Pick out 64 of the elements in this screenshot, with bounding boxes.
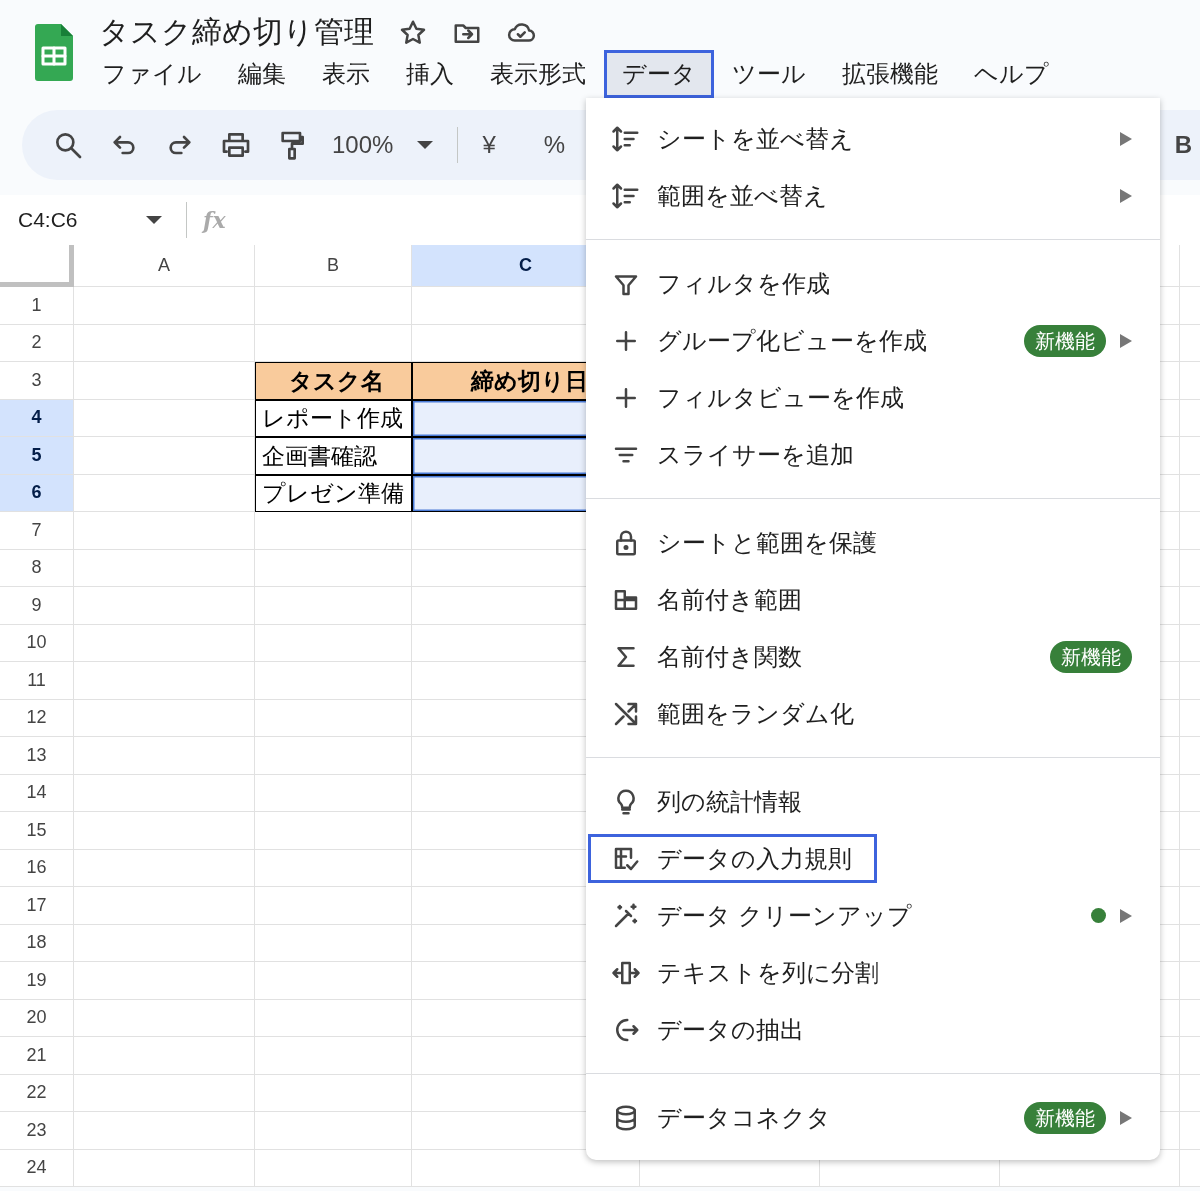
menu-item[interactable]: 名前付き範囲: [586, 571, 1160, 628]
row-header: 15: [0, 812, 74, 850]
new-badge: 新機能: [1024, 1101, 1106, 1134]
row-header: 6: [0, 474, 74, 512]
menu-item[interactable]: データ クリーンアップ: [586, 887, 1160, 944]
row-header: 1: [0, 287, 74, 325]
row-header: 13: [0, 737, 74, 775]
zoom-dropdown[interactable]: 100%: [332, 127, 394, 163]
formula-label: fx: [203, 205, 226, 235]
menu-bar-item[interactable]: ヘルプ: [956, 50, 1067, 98]
menu-item[interactable]: 範囲をランダム化: [586, 685, 1160, 742]
row-header: 16: [0, 849, 74, 887]
row-header: 20: [0, 999, 74, 1037]
row-header: 2: [0, 324, 74, 362]
sheets-logo-icon[interactable]: [33, 22, 75, 82]
menu-item[interactable]: スライサーを追加: [586, 426, 1160, 483]
row-header: 12: [0, 699, 74, 737]
menu-item[interactable]: 列の統計情報: [586, 773, 1160, 830]
row-header: 14: [0, 774, 74, 812]
row-header: 7: [0, 512, 74, 550]
row-header: 3: [0, 362, 74, 400]
percent-button[interactable]: %: [543, 127, 566, 163]
table-cell: レポート作成: [255, 399, 412, 437]
sort-icon: [611, 123, 641, 154]
menu-item[interactable]: シートと範囲を保護: [586, 514, 1160, 571]
row-header: 8: [0, 549, 74, 587]
menu-item[interactable]: データの抽出: [586, 1001, 1160, 1058]
table-header-cell: タスク名: [255, 362, 412, 400]
menu-bar-item[interactable]: データ: [604, 50, 714, 98]
new-badge: 新機能: [1024, 324, 1106, 357]
sort-icon: [611, 180, 641, 211]
menu-item[interactable]: テキストを列に分割: [586, 944, 1160, 1001]
row-header: 4: [0, 399, 74, 437]
column-header[interactable]: A: [74, 245, 255, 287]
menu-item[interactable]: データの入力規則: [586, 830, 1160, 887]
row-header: 23: [0, 1112, 74, 1150]
row-header: 17: [0, 887, 74, 925]
menu-bar-item[interactable]: 表示形式: [472, 50, 604, 98]
row-header: 9: [0, 587, 74, 625]
new-badge: 新機能: [1050, 640, 1132, 673]
row-header: 10: [0, 624, 74, 662]
menu-bar-item[interactable]: ファイル: [84, 50, 220, 98]
menu-bar-item[interactable]: 表示: [304, 50, 388, 98]
table-cell: プレゼン準備: [255, 474, 412, 512]
menu-bar-item[interactable]: 拡張機能: [824, 50, 956, 98]
bold-button[interactable]: B: [1174, 127, 1192, 163]
row-header: 24: [0, 1149, 74, 1187]
menu-bar-item[interactable]: 挿入: [388, 50, 472, 98]
row-header: 21: [0, 1037, 74, 1075]
menu-item[interactable]: シートを並べ替え: [586, 110, 1160, 167]
menu-item[interactable]: データコネクタ 新機能: [586, 1089, 1160, 1146]
menu-bar-item[interactable]: 編集: [220, 50, 304, 98]
row-header: 18: [0, 924, 74, 962]
menu-bar-item[interactable]: ツール: [714, 50, 824, 98]
menu-item[interactable]: 範囲を並べ替え: [586, 167, 1160, 224]
document-title[interactable]: タスク締め切り管理: [99, 14, 374, 50]
row-header: 19: [0, 962, 74, 1000]
row-header: 11: [0, 662, 74, 700]
name-box[interactable]: C4:C6: [18, 204, 138, 236]
menu-item[interactable]: 名前付き関数 新機能: [586, 628, 1160, 685]
row-header: 22: [0, 1074, 74, 1112]
table-cell: 企画書確認: [255, 437, 412, 475]
row-header: 5: [0, 437, 74, 475]
currency-button[interactable]: ¥: [482, 127, 496, 163]
